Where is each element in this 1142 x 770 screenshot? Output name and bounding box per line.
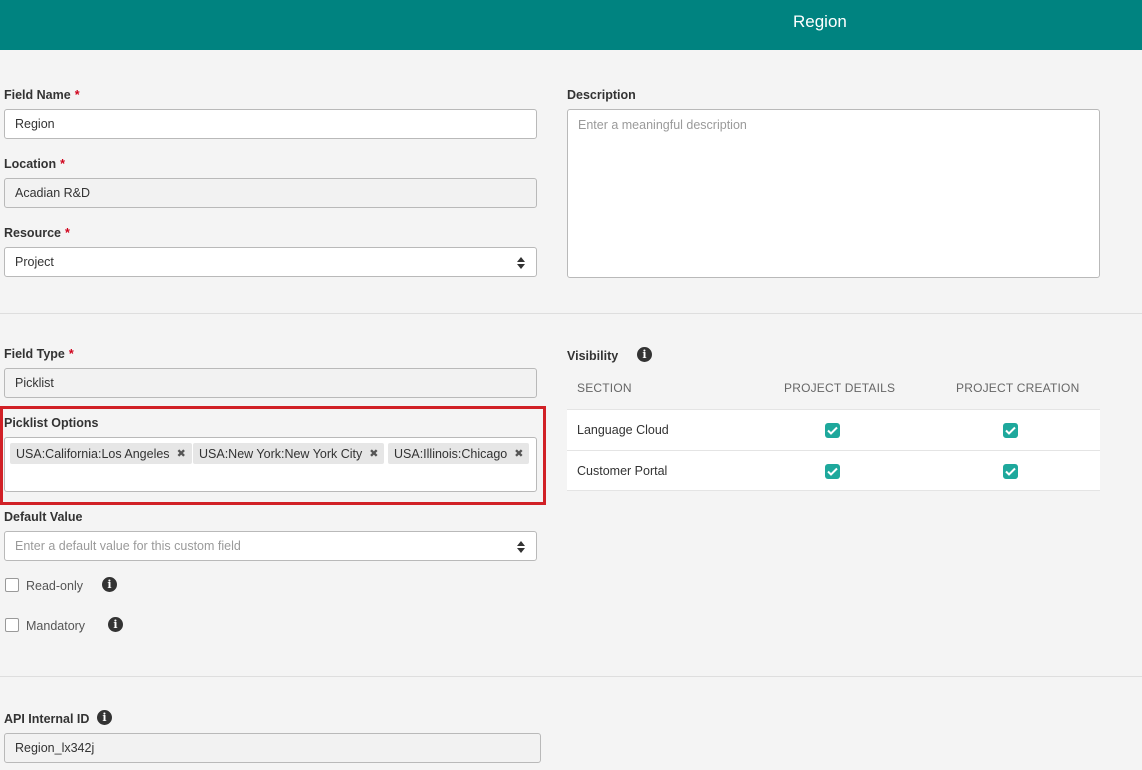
resource-value: Project [15,255,54,269]
read-only-label: Read-only [26,579,83,593]
table-row: Customer Portal [567,450,1100,491]
visibility-title: Visibility [567,349,619,363]
description-placeholder: Enter a meaningful description [578,118,747,132]
resource-label: Resource * [4,226,70,240]
row-section-label: Language Cloud [577,423,669,437]
field-name-label: Field Name * [4,88,80,102]
chip-label: USA:California:Los Angeles [16,446,170,461]
row-section-label: Customer Portal [577,464,668,478]
section-divider [0,676,1142,677]
read-only-checkbox[interactable] [5,578,19,592]
remove-icon[interactable]: ✖ [369,447,378,460]
sort-arrows-icon [517,541,525,553]
project-creation-checkbox[interactable] [1003,423,1018,438]
picklist-chip: USA:New York:New York City ✖ [193,443,385,464]
check-icon [827,467,838,476]
picklist-chip: USA:California:Los Angeles ✖ [10,443,192,464]
picklist-options-input[interactable]: USA:California:Los Angeles ✖ USA:New Yor… [4,437,537,492]
required-marker: * [60,157,65,171]
project-details-checkbox[interactable] [825,423,840,438]
page-title: Region [793,12,847,31]
page-header: Region [0,0,1142,50]
check-icon [827,426,838,435]
field-name-value: Region [15,117,55,131]
column-header-section: SECTION [577,381,632,395]
location-field: Acadian R&D [4,178,537,208]
required-marker: * [68,347,74,361]
required-marker: * [64,226,70,240]
table-row: Language Cloud [567,409,1100,450]
resource-select[interactable]: Project [4,247,537,277]
project-creation-checkbox[interactable] [1003,464,1018,479]
required-marker: * [74,88,80,102]
mandatory-label: Mandatory [26,619,86,633]
default-value-select[interactable]: Enter a default value for this custom fi… [4,531,537,561]
mandatory-checkbox[interactable] [5,618,19,632]
field-type-value: Picklist [15,376,54,390]
location-value: Acadian R&D [15,186,91,200]
chip-label: USA:Illinois:Chicago [394,446,508,461]
field-type-label: Field Type * [4,347,74,361]
remove-icon[interactable]: ✖ [177,447,186,460]
info-icon[interactable]: i [637,347,652,362]
default-value-placeholder: Enter a default value for this custom fi… [15,539,241,553]
description-textarea[interactable]: Enter a meaningful description [567,109,1100,278]
api-internal-id-label: API Internal ID [4,712,90,726]
field-name-input[interactable]: Region [4,109,537,139]
api-internal-id-field: Region_lx342j [4,733,541,763]
sort-arrows-icon [517,257,525,269]
remove-icon[interactable]: ✖ [514,447,523,460]
description-label: Description [567,88,636,102]
section-divider [0,313,1142,314]
project-details-checkbox[interactable] [825,464,840,479]
check-icon [1005,467,1016,476]
api-internal-id-value: Region_lx342j [15,741,95,755]
chip-label: USA:New York:New York City [199,446,363,461]
default-value-label: Default Value [4,510,83,524]
info-icon[interactable]: i [97,710,112,725]
check-icon [1005,426,1016,435]
location-label: Location * [4,157,65,171]
info-icon[interactable]: i [102,577,117,592]
column-header-project-creation: PROJECT CREATION [956,381,1080,395]
picklist-chip: USA:Illinois:Chicago ✖ [388,443,530,464]
field-type-field: Picklist [4,368,537,398]
column-header-project-details: PROJECT DETAILS [784,381,896,395]
info-icon[interactable]: i [108,617,123,632]
picklist-options-label: Picklist Options [4,416,99,430]
